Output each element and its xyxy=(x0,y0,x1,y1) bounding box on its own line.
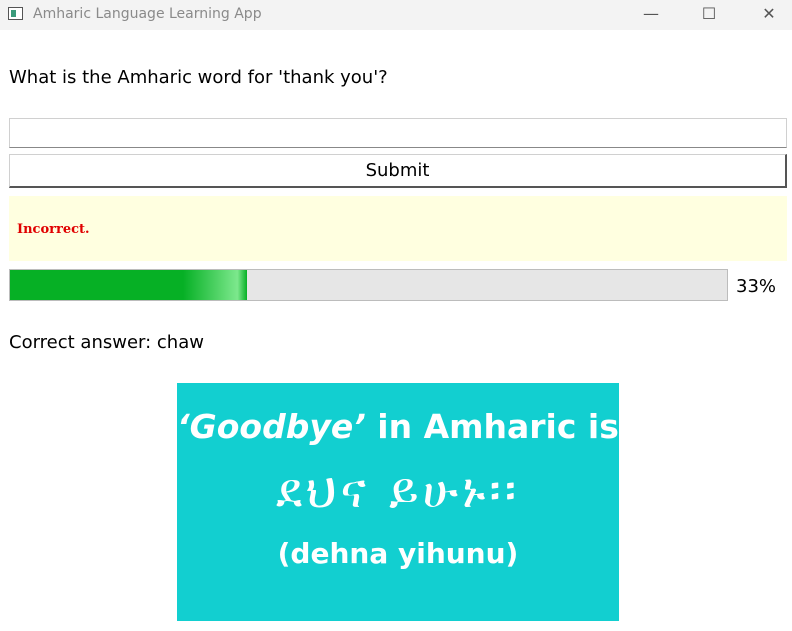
close-button[interactable]: ✕ xyxy=(746,0,792,30)
answer-input[interactable] xyxy=(9,118,787,148)
feedback-panel: Incorrect. xyxy=(9,196,787,261)
progress-fill xyxy=(10,270,247,300)
minimize-icon: — xyxy=(643,4,659,23)
submit-button[interactable]: Submit xyxy=(9,154,787,188)
question-label: What is the Amharic word for 'thank you'… xyxy=(9,67,388,88)
maximize-icon: ☐ xyxy=(701,4,717,23)
lesson-image: ‘Goodbye’ in Amharic is ደህና ይሁኑ፡፡ (dehna… xyxy=(177,383,619,621)
image-transliteration: (dehna yihunu) xyxy=(277,537,519,570)
title-bar: Amharic Language Learning App — ☐ ✕ xyxy=(0,0,792,30)
progress-label: 33% xyxy=(736,276,777,297)
image-heading-rest: in Amharic is xyxy=(365,407,619,446)
window-title: Amharic Language Learning App xyxy=(33,6,262,22)
correct-answer-label: Correct answer: chaw xyxy=(9,332,204,353)
feedback-text: Incorrect. xyxy=(17,222,90,237)
maximize-button[interactable]: ☐ xyxy=(686,0,732,30)
minimize-button[interactable]: — xyxy=(628,0,674,30)
image-heading: ‘Goodbye’ in Amharic is xyxy=(177,407,619,446)
app-window-icon xyxy=(8,7,23,20)
close-icon: ✕ xyxy=(762,4,776,23)
image-amharic-text: ደህና ይሁኑ፡፡ xyxy=(275,463,521,519)
progress-bar xyxy=(9,269,728,301)
image-heading-quoted: ‘Goodbye’ xyxy=(177,407,366,446)
